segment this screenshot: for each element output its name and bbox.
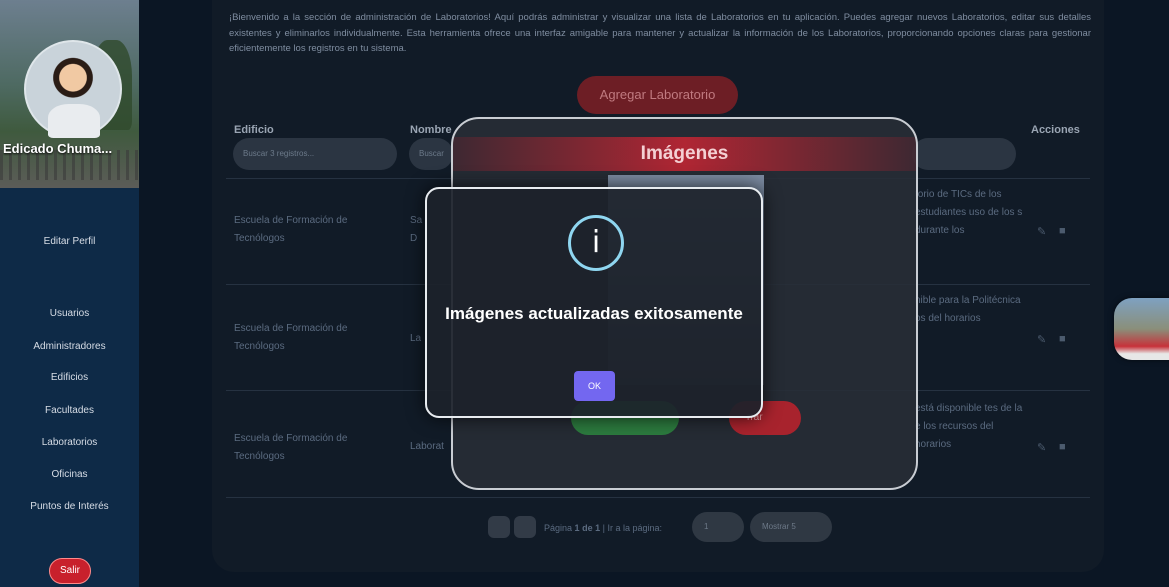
add-laboratory-button[interactable]: Agregar Laboratorio [577,76,738,114]
edit-icon[interactable]: ✎ [1037,333,1046,346]
pagination-label: Página 1 de 1 | Ir a la página: [544,523,662,533]
prev-page-button[interactable] [514,516,536,538]
edit-icon[interactable]: ✎ [1037,441,1046,454]
trash-icon[interactable]: ■ [1059,441,1066,453]
edit-icon[interactable]: ✎ [1037,225,1046,238]
avatar [24,40,122,138]
name-filter-input[interactable]: Buscar [409,138,453,170]
sidebar-item-laboratories[interactable]: Laboratorios [0,437,139,448]
cell-building: Escuela de Formación de Tecnólogos [234,323,348,352]
column-header-actions: Acciones [1031,124,1080,136]
success-alert: i Imágenes actualizadas exitosamente OK [425,187,763,418]
cell-building: Escuela de Formación de Tecnólogos [234,215,348,244]
sidebar-item-admins[interactable]: Administradores [0,341,139,352]
goto-text: | Ir a la página: [602,523,663,533]
column-header-building: Edificio [234,124,274,136]
avatar-shirt [48,104,100,138]
sidebar-item-users[interactable]: Usuarios [0,308,139,319]
page-number: 1 [574,523,580,533]
cell-building: Escuela de Formación de Tecnólogos [234,433,348,462]
intro-text: ¡Bienvenido a la sección de administraci… [229,12,1091,54]
cell-description: torio de TICs de los estudiantes uso de … [915,189,1023,236]
sidebar-item-offices[interactable]: Oficinas [0,469,139,480]
ok-button[interactable]: OK [574,371,615,401]
column-header-name: Nombre [410,124,452,136]
page-total: 1 [595,523,601,533]
sidebar: Edicado Chuma... Editar Perfil Usuarios … [0,0,139,587]
first-page-button[interactable] [488,516,510,538]
building-filter-input[interactable]: Buscar 3 registros... [233,138,397,170]
side-image-thumbnail[interactable] [1114,298,1169,360]
page-text: Página [544,523,573,533]
trash-icon[interactable]: ■ [1059,333,1066,345]
cell-name: Sa D [410,215,423,244]
trash-icon[interactable]: ■ [1059,225,1066,237]
description-filter-input[interactable] [912,138,1016,170]
sidebar-item-faculties[interactable]: Facultades [0,405,139,416]
info-icon: i [568,215,624,271]
sidebar-item-points-of-interest[interactable]: Puntos de Interés [0,501,139,512]
sidebar-item-buildings[interactable]: Edificios [0,372,139,383]
logout-button[interactable]: Salir [49,558,91,584]
goto-page-select[interactable]: 1 [692,512,744,542]
sidebar-item-edit-profile[interactable]: Editar Perfil [0,236,139,247]
images-modal-title: Imágenes [640,143,729,164]
user-name: Edicado Chuma... [3,141,113,156]
page-of: de [582,523,593,533]
page-size-select[interactable]: Mostrar 5 [750,512,832,542]
profile-background: Edicado Chuma... [0,0,139,188]
cell-description: nible para la Politécnica os del horario… [915,295,1021,324]
alert-message: Imágenes actualizadas exitosamente [445,304,743,323]
row-divider [226,497,1090,498]
cell-name: Laborat [410,441,444,452]
cell-description: está disponible tes de la e los recursos… [915,403,1023,450]
